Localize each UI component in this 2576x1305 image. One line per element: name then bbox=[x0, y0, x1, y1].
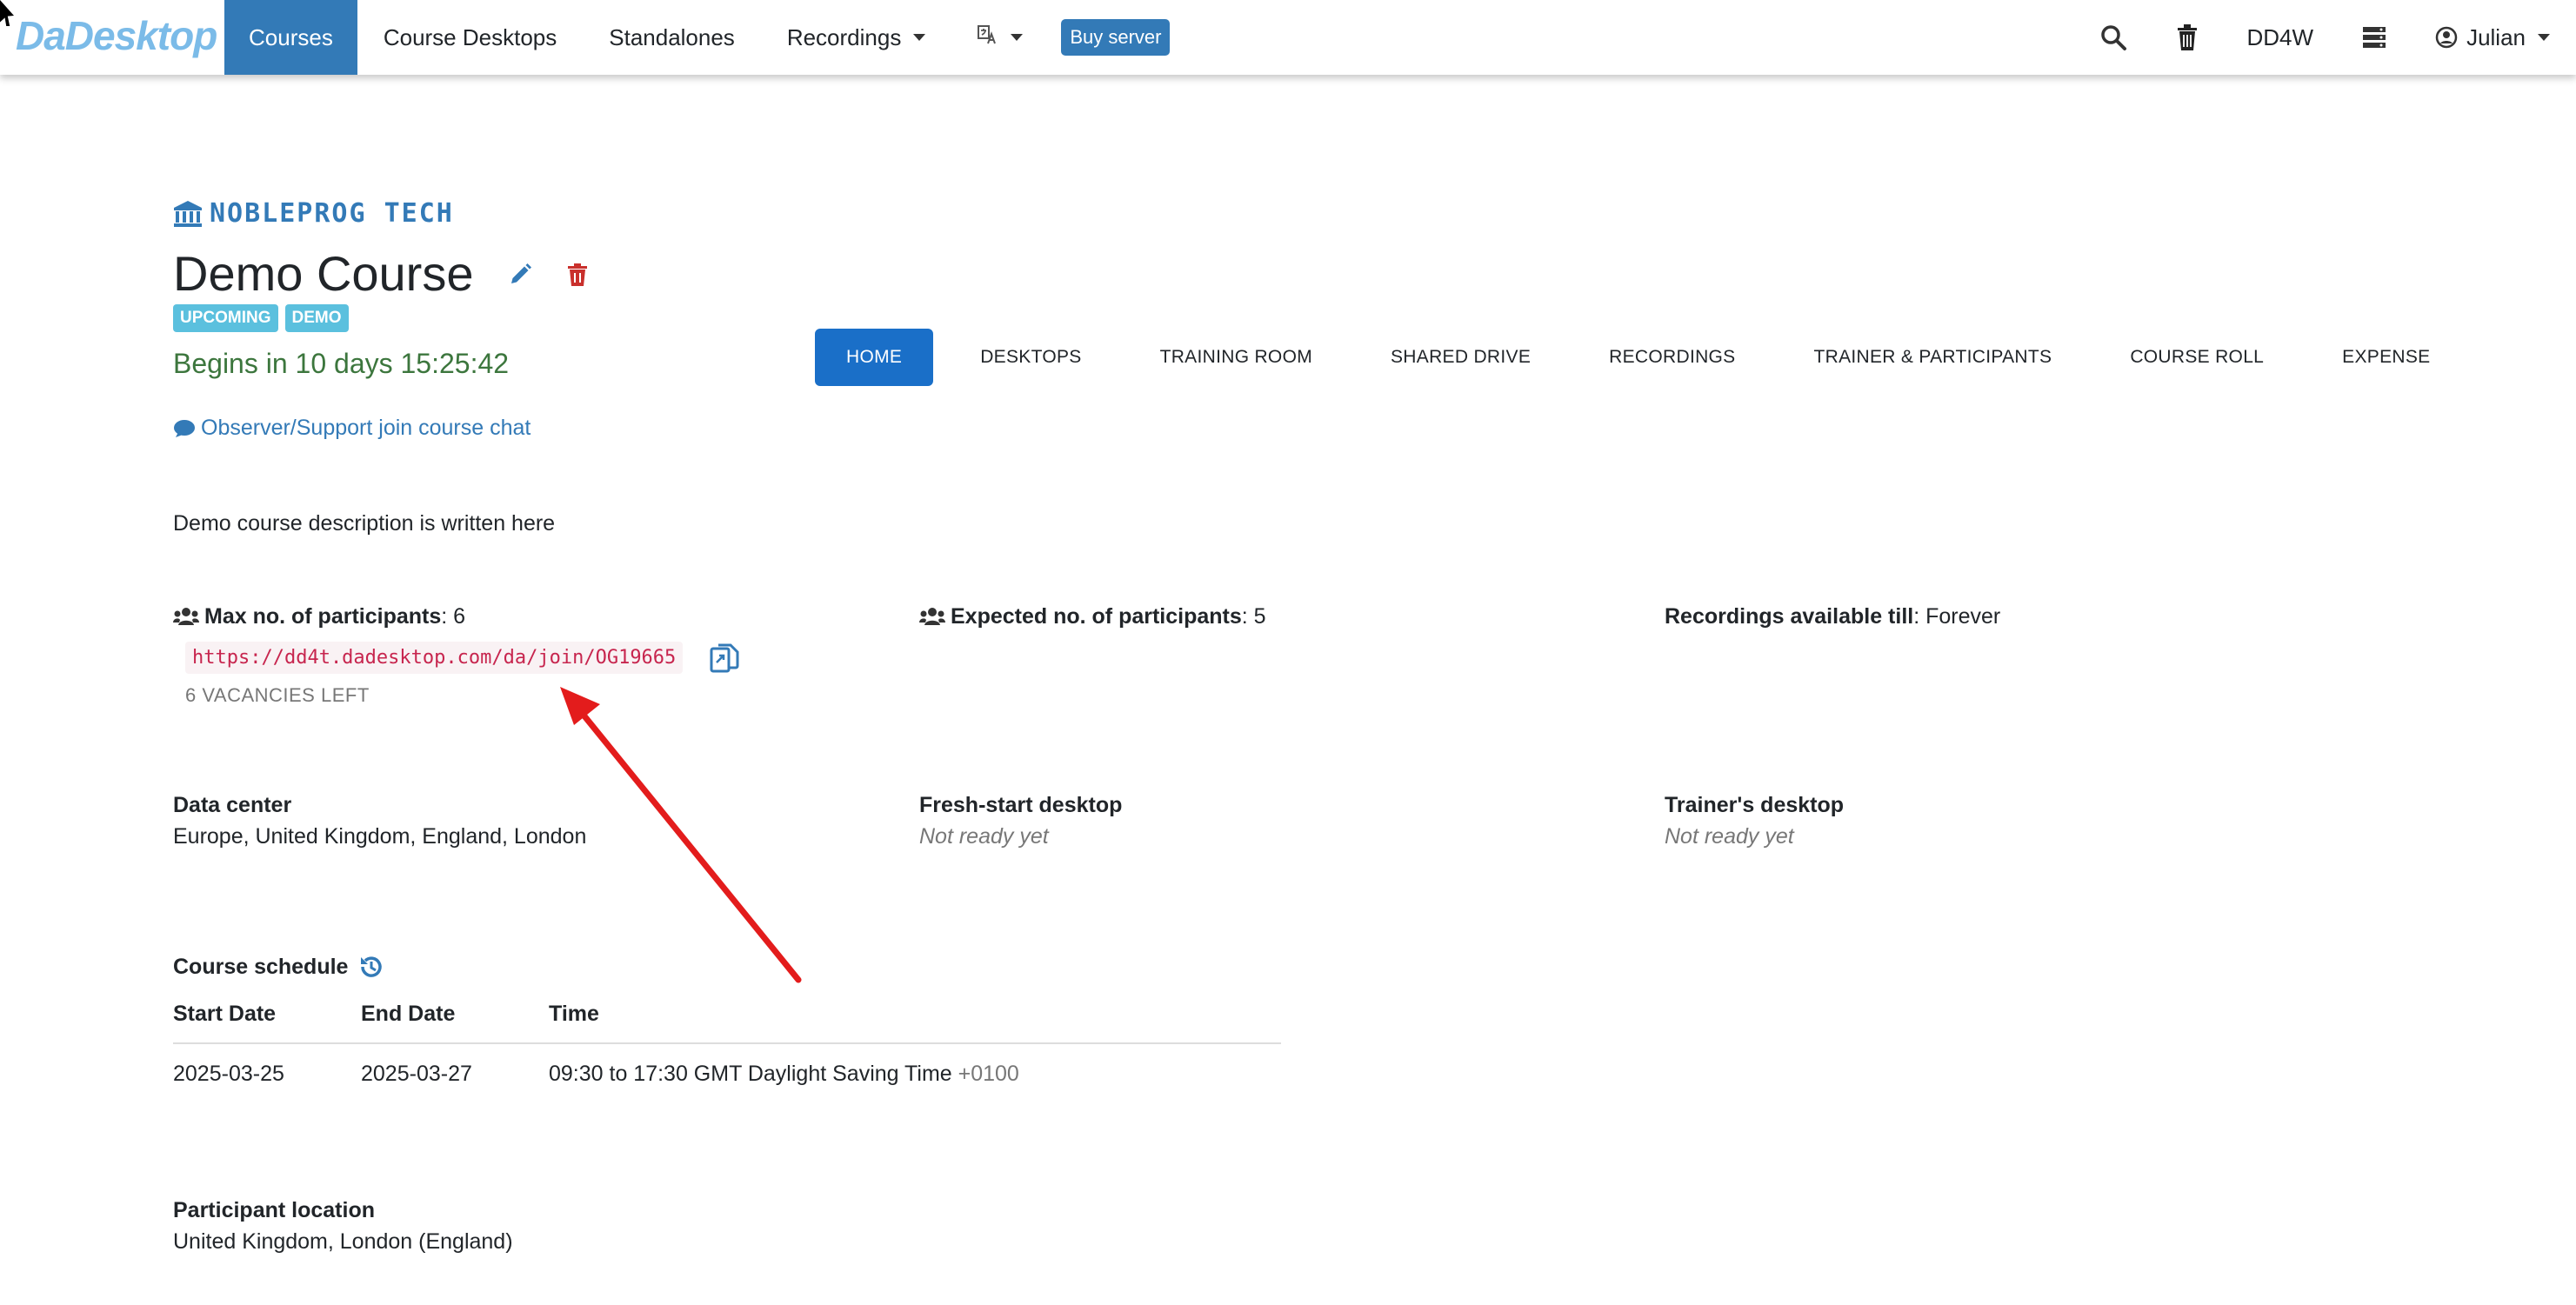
comment-icon bbox=[174, 419, 195, 437]
expected-participants-value: : 5 bbox=[1241, 604, 1266, 629]
institution-icon bbox=[174, 200, 202, 227]
expected-participants-label: Expected no. of participants bbox=[951, 604, 1242, 629]
join-url[interactable]: https://dd4t.dadesktop.com/da/join/OG196… bbox=[185, 642, 684, 674]
copy-icon[interactable] bbox=[710, 643, 741, 677]
tab-expense[interactable]: EXPENSE bbox=[2303, 329, 2469, 386]
brand-logo[interactable]: DaDesktop bbox=[16, 12, 217, 59]
max-participants-label: Max no. of participants bbox=[204, 604, 442, 629]
participant-location-label: Participant location bbox=[173, 1198, 375, 1222]
table-row: 2025-03-25 2025-03-27 09:30 to 17:30 GMT… bbox=[173, 1043, 1281, 1094]
tab-course-roll[interactable]: COURSE ROLL bbox=[2091, 329, 2303, 386]
data-center-label: Data center bbox=[173, 793, 292, 817]
status-badge-upcoming: UPCOMING bbox=[173, 304, 278, 332]
nav-item-standalones[interactable]: Standalones bbox=[583, 0, 761, 75]
course-schedule-table: Start Date End Date Time 2025-03-25 2025… bbox=[173, 998, 1281, 1094]
recordings-available-value: : Forever bbox=[1913, 604, 2001, 629]
nav-item-courses[interactable]: Courses bbox=[224, 0, 357, 75]
nav-item-recordings[interactable]: Recordings bbox=[761, 0, 952, 75]
start-date-cell: 2025-03-25 bbox=[173, 1062, 284, 1086]
participant-location-value: United Kingdom, London (England) bbox=[173, 1229, 513, 1254]
nav-item-course-desktops[interactable]: Course Desktops bbox=[357, 0, 583, 75]
users-icon bbox=[173, 607, 199, 632]
course-countdown: Begins in 10 days 15:25:42 bbox=[173, 348, 510, 379]
status-badges: UPCOMING DEMO bbox=[173, 304, 349, 332]
search-icon[interactable] bbox=[2099, 23, 2127, 51]
caret-down-icon bbox=[913, 34, 926, 41]
observer-chat-link[interactable]: Observer/Support join course chat bbox=[173, 416, 531, 441]
user-name: Julian bbox=[2466, 23, 2526, 50]
caret-down-icon bbox=[2538, 34, 2550, 41]
trash-icon[interactable] bbox=[2176, 23, 2199, 51]
tab-home[interactable]: HOME bbox=[815, 329, 934, 386]
translate-icon bbox=[978, 24, 998, 51]
course-schedule-label: Course schedule bbox=[173, 954, 349, 979]
server-icon[interactable] bbox=[2362, 26, 2386, 49]
course-description: Demo course description is written here bbox=[173, 511, 556, 536]
nav-right-menu: DD4W Julian bbox=[2099, 0, 2576, 75]
column-header-end-date: End Date bbox=[361, 998, 549, 1044]
table-header-row: Start Date End Date Time bbox=[173, 998, 1281, 1044]
nav-main-menu: Courses Course Desktops Standalones Reco… bbox=[224, 0, 1171, 75]
fresh-start-desktop-value: Not ready yet bbox=[919, 824, 1049, 849]
user-circle-icon bbox=[2435, 26, 2458, 49]
time-cell: 09:30 to 17:30 GMT Daylight Saving Time … bbox=[549, 1043, 1281, 1094]
language-menu[interactable] bbox=[951, 0, 1049, 75]
tab-desktops[interactable]: DESKTOPS bbox=[941, 329, 1120, 386]
history-icon[interactable] bbox=[358, 954, 384, 980]
users-icon bbox=[919, 607, 945, 632]
organization-name[interactable]: NOBLEPROG TECH bbox=[173, 198, 454, 229]
tab-recordings[interactable]: RECORDINGS bbox=[1570, 329, 1774, 386]
time-range: 09:30 to 17:30 GMT Daylight Saving Time bbox=[549, 1062, 952, 1086]
arrow-shaft bbox=[575, 705, 802, 983]
data-center-value: Europe, United Kingdom, England, London bbox=[173, 824, 587, 849]
tab-shared-drive[interactable]: SHARED DRIVE bbox=[1351, 329, 1570, 386]
status-badge-demo: DEMO bbox=[284, 304, 349, 332]
account-code[interactable]: DD4W bbox=[2247, 24, 2314, 51]
buy-server-button[interactable]: Buy server bbox=[1061, 19, 1171, 56]
recordings-available-label: Recordings available till bbox=[1665, 604, 1914, 629]
end-date-cell: 2025-03-27 bbox=[361, 1062, 472, 1086]
vacancies-left: 6 VACANCIES LEFT bbox=[185, 684, 370, 706]
max-participants: Max no. of participants: 6 bbox=[173, 604, 465, 632]
timezone-offset: +0100 bbox=[958, 1062, 1019, 1086]
user-menu[interactable]: Julian bbox=[2435, 24, 2550, 51]
course-tabs: HOME DESKTOPS TRAINING ROOM SHARED DRIVE… bbox=[815, 329, 2469, 386]
caret-down-icon bbox=[1011, 34, 1024, 41]
arrow-head bbox=[560, 687, 600, 725]
recordings-availability: Recordings available till: Forever bbox=[1665, 604, 2000, 629]
course-schedule-title: Course schedule bbox=[173, 954, 384, 980]
top-navbar: DaDesktop Courses Course Desktops Standa… bbox=[0, 0, 2576, 75]
fresh-start-desktop-label: Fresh-start desktop bbox=[919, 793, 1123, 817]
trainer-desktop-label: Trainer's desktop bbox=[1665, 793, 1845, 817]
organization-label: NOBLEPROG TECH bbox=[210, 198, 454, 229]
tab-trainer-participants[interactable]: TRAINER & PARTICIPANTS bbox=[1775, 329, 2092, 386]
column-header-start-date: Start Date bbox=[173, 998, 361, 1044]
pencil-icon[interactable] bbox=[508, 263, 532, 291]
observer-chat-link-label: Observer/Support join course chat bbox=[201, 416, 531, 440]
trainer-desktop-value: Not ready yet bbox=[1665, 824, 1794, 849]
page-title: Demo Course bbox=[173, 246, 474, 301]
column-header-time: Time bbox=[549, 998, 1281, 1044]
tab-training-room[interactable]: TRAINING ROOM bbox=[1121, 329, 1351, 386]
expected-participants: Expected no. of participants: 5 bbox=[919, 604, 1266, 632]
nav-item-recordings-label: Recordings bbox=[786, 23, 902, 50]
max-participants-value: : 6 bbox=[441, 604, 466, 629]
delete-trash-icon[interactable] bbox=[567, 263, 588, 291]
